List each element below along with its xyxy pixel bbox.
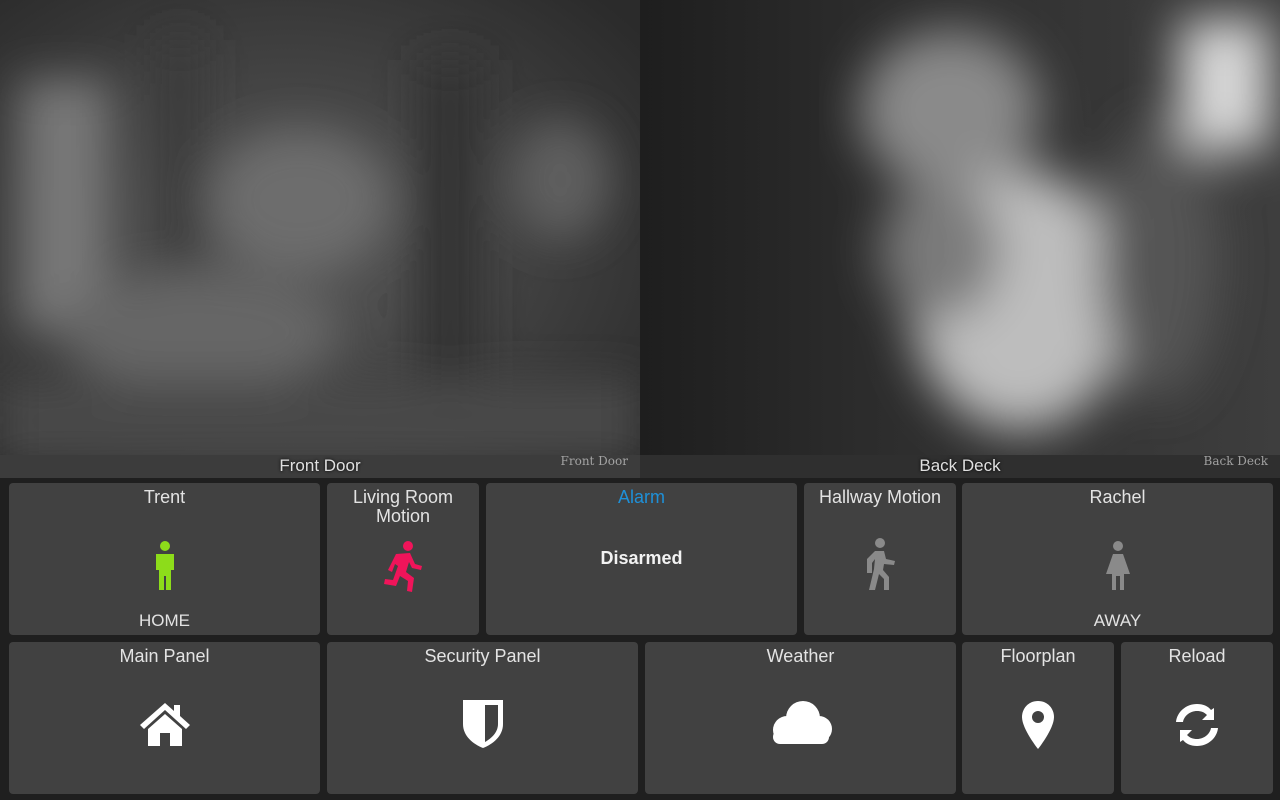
status-text: HOME [139, 611, 190, 630]
alarm-status: Disarmed [600, 548, 683, 568]
cloud-icon [772, 701, 832, 744]
camera-label: Front Door [279, 456, 361, 475]
person-standing-icon [155, 541, 174, 590]
tile-title: Weather [766, 646, 835, 666]
shield-icon [462, 700, 503, 748]
tile-title: Floorplan [1000, 646, 1076, 666]
status-text: AWAY [1093, 611, 1142, 630]
camera-back-deck[interactable]: Back Deck Back Deck [640, 0, 1280, 478]
tile-title: Living Room Motion [352, 487, 454, 526]
tile-title: Security Panel [424, 646, 541, 666]
tile-alarm[interactable]: Alarm Disarmed [486, 483, 797, 635]
camera-timestamp-overlay: Back Deck [1203, 454, 1269, 468]
camera-feed-image [640, 0, 1280, 478]
tile-weather[interactable]: Weather [645, 642, 956, 794]
tile-reload[interactable]: Reload [1121, 642, 1273, 794]
tile-trent[interactable]: Trent HOME [9, 483, 320, 635]
tile-main-panel[interactable]: Main Panel [9, 642, 320, 794]
tile-hallway-motion[interactable]: Hallway Motion [804, 483, 956, 635]
camera-label: Back Deck [919, 456, 1001, 475]
camera-timestamp-overlay: Front Door [560, 454, 628, 468]
tile-rachel[interactable]: Rachel AWAY [962, 483, 1273, 635]
map-pin-icon [1022, 701, 1054, 749]
tile-security-panel[interactable]: Security Panel [327, 642, 638, 794]
tile-title: Reload [1168, 646, 1226, 666]
tile-title: Alarm [617, 487, 665, 507]
refresh-icon [1176, 704, 1218, 746]
person-running-icon [384, 541, 422, 592]
tile-title: Rachel [1089, 487, 1146, 507]
tile-floorplan[interactable]: Floorplan [962, 642, 1114, 794]
camera-front-door[interactable]: Front Door Front Door [0, 0, 640, 478]
tile-title: Trent [143, 487, 186, 507]
tile-title: Main Panel [119, 646, 210, 666]
person-walking-icon [867, 538, 895, 590]
tile-title: Hallway Motion [818, 487, 942, 507]
tile-living-room-motion[interactable]: Living Room Motion [327, 483, 479, 635]
camera-feed-image [0, 0, 640, 478]
person-female-icon [1105, 541, 1130, 590]
home-icon [139, 703, 190, 746]
